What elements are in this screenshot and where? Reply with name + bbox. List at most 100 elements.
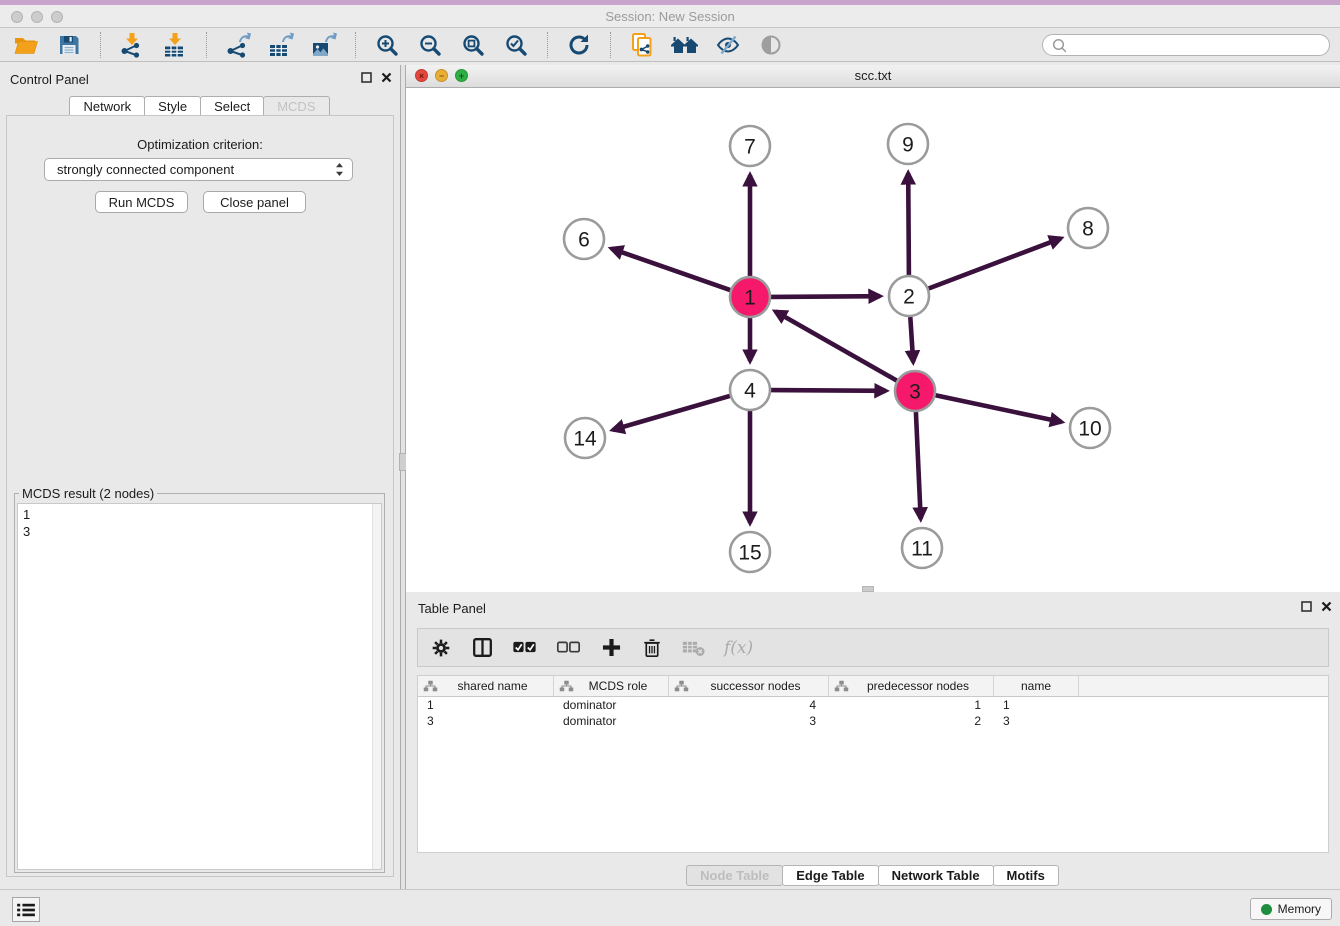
tab-edge-table[interactable]: Edge Table xyxy=(782,865,878,886)
graph-edge-3-11[interactable] xyxy=(916,412,921,519)
table-row[interactable]: 1dominator411 xyxy=(418,697,1328,713)
svg-text:14: 14 xyxy=(573,428,597,451)
export-image-button[interactable] xyxy=(308,30,340,60)
column-header-filler xyxy=(1079,676,1328,696)
table-cell: 4 xyxy=(669,697,829,713)
zoom-fit-icon xyxy=(461,33,485,57)
graph-edge-4-3[interactable] xyxy=(771,390,886,391)
graph-node-7[interactable]: 7 xyxy=(730,126,770,166)
graph-edge-2-8[interactable] xyxy=(929,238,1061,288)
tab-mcds[interactable]: MCDS xyxy=(263,96,329,116)
svg-text:15: 15 xyxy=(738,542,761,565)
delete-table-button[interactable] xyxy=(682,633,705,663)
search-box[interactable] xyxy=(1042,34,1330,56)
table-row[interactable]: 3dominator323 xyxy=(418,713,1328,729)
select-all-button[interactable] xyxy=(512,633,537,663)
graph-edge-2-3[interactable] xyxy=(910,317,913,362)
graph-node-2[interactable]: 2 xyxy=(889,276,929,316)
tab-style[interactable]: Style xyxy=(144,96,201,116)
table-settings-button[interactable] xyxy=(430,633,452,663)
tab-motifs[interactable]: Motifs xyxy=(993,865,1059,886)
clone-network-button[interactable] xyxy=(626,30,658,60)
column-header-name[interactable]: name xyxy=(994,676,1079,696)
graph-edge-3-10[interactable] xyxy=(936,395,1062,422)
deselect-all-button[interactable] xyxy=(556,633,581,663)
zoom-in-button[interactable] xyxy=(371,30,403,60)
zoom-fit-button[interactable] xyxy=(457,30,489,60)
column-header-shared-name[interactable]: shared name xyxy=(418,676,554,696)
graph-node-15[interactable]: 15 xyxy=(730,532,770,572)
graph-edge-1-2[interactable] xyxy=(771,296,880,297)
graph-node-1[interactable]: 1 xyxy=(730,277,770,317)
export-image-icon xyxy=(311,32,337,58)
zoom-selected-icon xyxy=(504,33,528,57)
delete-column-button[interactable] xyxy=(641,633,663,663)
network-graph[interactable]: 7 9 6 8 1 2 4 3 14 10 15 11 xyxy=(406,88,1340,592)
graph-edge-3-1[interactable] xyxy=(775,311,897,380)
node-table[interactable]: shared nameMCDS rolesuccessor nodesprede… xyxy=(417,675,1329,853)
float-panel-icon[interactable] xyxy=(1301,601,1312,612)
table-cell: 3 xyxy=(994,713,1079,729)
run-mcds-button[interactable]: Run MCDS xyxy=(95,191,188,213)
close-panel-icon[interactable] xyxy=(381,72,392,83)
close-panel-button[interactable]: Close panel xyxy=(203,191,306,213)
column-header-mcds-role[interactable]: MCDS role xyxy=(554,676,669,696)
zoom-out-button[interactable] xyxy=(414,30,446,60)
graph-node-14[interactable]: 14 xyxy=(565,418,605,458)
column-header-successor-nodes[interactable]: successor nodes xyxy=(669,676,829,696)
tab-node-table[interactable]: Node Table xyxy=(686,865,783,886)
graph-node-9[interactable]: 9 xyxy=(888,124,928,164)
result-scrollbar[interactable] xyxy=(372,504,381,869)
criterion-select[interactable]: strongly connected component xyxy=(44,158,353,181)
export-network-icon xyxy=(225,32,251,58)
import-table-button[interactable] xyxy=(159,30,191,60)
zoom-selected-button[interactable] xyxy=(500,30,532,60)
export-table-icon xyxy=(268,32,294,58)
search-input[interactable] xyxy=(1071,38,1321,52)
apply-layout-button[interactable] xyxy=(563,30,595,60)
float-panel-icon[interactable] xyxy=(361,72,372,83)
export-network-button[interactable] xyxy=(222,30,254,60)
hide-selected-button[interactable] xyxy=(712,30,744,60)
tab-network-table[interactable]: Network Table xyxy=(878,865,994,886)
network-title: scc.txt xyxy=(406,68,1340,83)
graph-node-8[interactable]: 8 xyxy=(1068,208,1108,248)
toggle-columns-button[interactable] xyxy=(471,633,493,663)
create-column-button[interactable] xyxy=(600,633,622,663)
svg-text:9: 9 xyxy=(902,134,914,157)
graph-edge-2-9[interactable] xyxy=(908,173,909,275)
first-neighbors-button[interactable] xyxy=(669,30,701,60)
tab-select[interactable]: Select xyxy=(200,96,264,116)
memory-button[interactable]: Memory xyxy=(1250,898,1332,920)
graph-edge-1-6[interactable] xyxy=(611,249,730,291)
close-panel-icon[interactable] xyxy=(1321,601,1332,612)
memory-label: Memory xyxy=(1278,902,1321,916)
gear-icon xyxy=(431,638,451,658)
table-cell: 3 xyxy=(669,713,829,729)
network-splitter-grip[interactable] xyxy=(862,586,874,592)
mcds-result-area[interactable]: 1 3 xyxy=(17,503,382,870)
task-history-button[interactable] xyxy=(12,897,40,922)
graph-node-3[interactable]: 3 xyxy=(895,371,935,411)
graph-node-4[interactable]: 4 xyxy=(730,370,770,410)
graph-node-10[interactable]: 10 xyxy=(1070,408,1110,448)
import-network-icon xyxy=(119,32,145,58)
graph-edge-4-14[interactable] xyxy=(613,396,730,430)
import-network-button[interactable] xyxy=(116,30,148,60)
export-table-button[interactable] xyxy=(265,30,297,60)
function-builder-button[interactable]: f(x) xyxy=(724,633,753,663)
column-type-icon xyxy=(834,680,849,692)
column-header-predecessor-nodes[interactable]: predecessor nodes xyxy=(829,676,994,696)
network-canvas[interactable]: 7 9 6 8 1 2 4 3 14 10 15 11 xyxy=(406,88,1340,592)
table-toolbar: f(x) xyxy=(417,628,1329,667)
tab-network[interactable]: Network xyxy=(69,96,145,116)
show-all-button[interactable] xyxy=(755,30,787,60)
svg-text:11: 11 xyxy=(911,538,933,561)
network-window-titlebar[interactable]: × − + scc.txt xyxy=(406,65,1340,88)
save-session-button[interactable] xyxy=(53,30,85,60)
svg-text:7: 7 xyxy=(744,136,756,159)
open-file-button[interactable] xyxy=(10,30,42,60)
graph-node-11[interactable]: 11 xyxy=(902,528,942,568)
graph-node-6[interactable]: 6 xyxy=(564,219,604,259)
table-cell: 1 xyxy=(418,697,554,713)
